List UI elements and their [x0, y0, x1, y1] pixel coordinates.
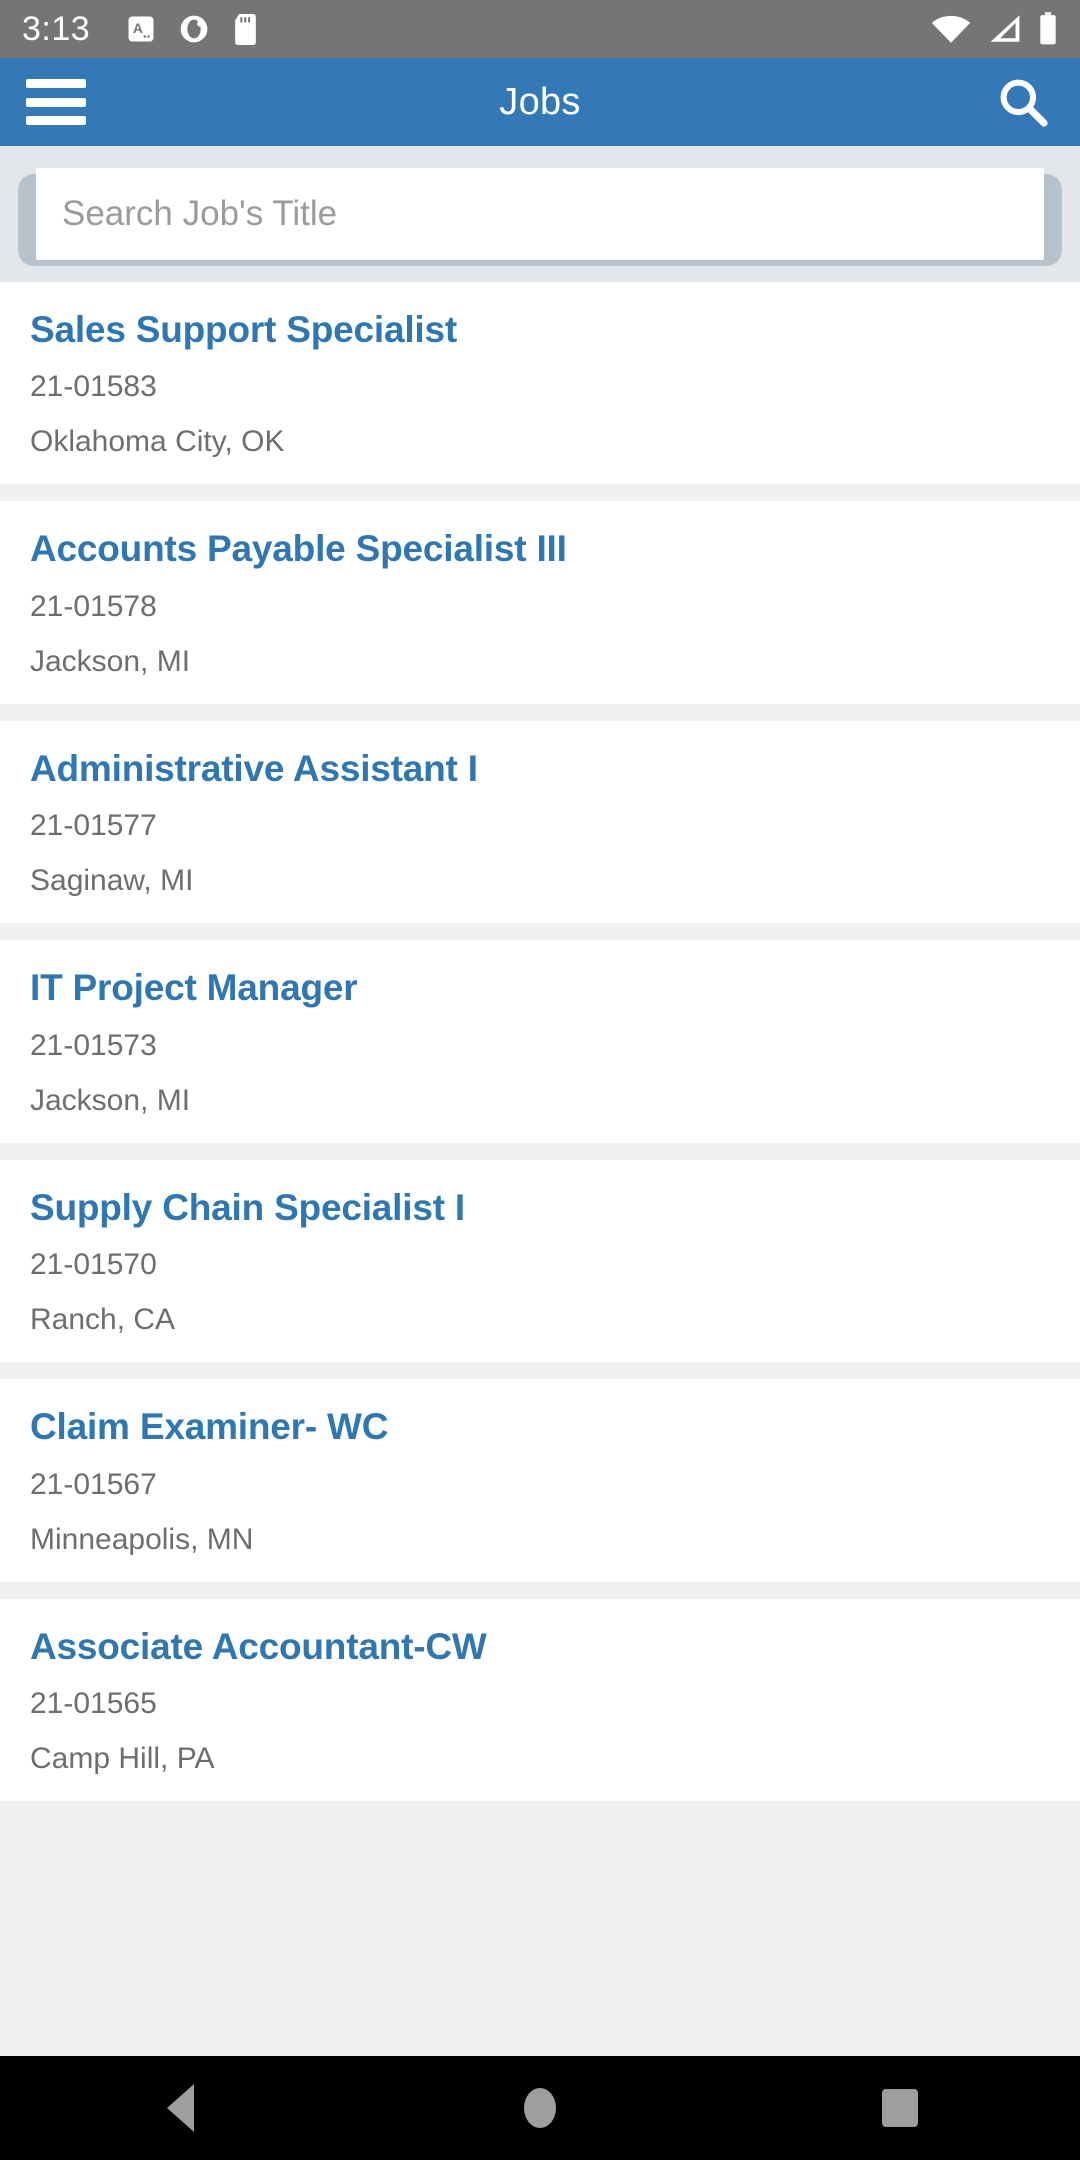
job-location: Ranch, CA — [30, 1303, 176, 1337]
home-glyph — [524, 2088, 556, 2128]
job-number: 21-01567 — [30, 1467, 157, 1501]
data-saver-icon — [180, 15, 208, 43]
hamburger-line — [26, 116, 86, 125]
job-title: Supply Chain Specialist I — [30, 1186, 465, 1228]
page-title: Jobs — [499, 80, 581, 123]
job-number: 21-01565 — [30, 1687, 157, 1721]
job-card[interactable]: Claim Examiner- WC 21-01567 Minneapolis,… — [0, 1379, 1080, 1582]
job-card[interactable]: Sales Support Specialist 21-01583 Oklaho… — [0, 282, 1080, 485]
wifi-icon — [931, 15, 971, 43]
job-location: Saginaw, MI — [30, 864, 194, 898]
job-number: 21-01583 — [30, 370, 157, 404]
search-input[interactable] — [36, 168, 1044, 260]
job-card[interactable]: IT Project Manager 21-01573 Jackson, MI — [0, 940, 1080, 1143]
job-card[interactable]: Associate Accountant-CW 21-01565 Camp Hi… — [0, 1598, 1080, 1802]
hamburger-line — [26, 79, 86, 88]
svg-text:A: A — [133, 21, 143, 36]
search-section — [0, 146, 1080, 282]
job-title: Associate Accountant-CW — [30, 1625, 487, 1667]
job-title: IT Project Manager — [30, 967, 358, 1009]
job-location: Oklahoma City, OK — [30, 425, 285, 459]
hamburger-line — [26, 97, 86, 107]
system-navigation-bar — [0, 2056, 1080, 2160]
job-number: 21-01573 — [30, 1028, 157, 1062]
phone-screen: 3:13 A Jobs Search Job's Title Sales Sup… — [0, 0, 1080, 2160]
job-number: 21-01577 — [30, 809, 157, 843]
battery-icon — [1040, 12, 1056, 45]
job-title: Accounts Payable Specialist III — [30, 528, 567, 570]
job-location: Minneapolis, MN — [30, 1522, 254, 1556]
cellular-signal-icon — [990, 15, 1020, 42]
recents-square-icon[interactable] — [840, 2056, 960, 2160]
job-list[interactable]: Sales Support Specialist 21-01583 Oklaho… — [0, 282, 1080, 2056]
sd-card-icon — [235, 13, 257, 45]
home-circle-icon[interactable] — [480, 2056, 600, 2160]
job-number: 21-01570 — [30, 1248, 157, 1282]
hamburger-menu-icon[interactable] — [26, 79, 86, 125]
back-glyph — [166, 2084, 194, 2132]
status-bar: 3:13 A — [0, 0, 1080, 58]
status-clock: 3:13 — [22, 10, 91, 48]
search-icon[interactable] — [992, 71, 1054, 133]
job-card[interactable]: Administrative Assistant I 21-01577 Sagi… — [0, 720, 1080, 924]
back-triangle-icon[interactable] — [120, 2056, 240, 2160]
job-location: Camp Hill, PA — [30, 1742, 215, 1776]
search-glyph — [1000, 79, 1048, 127]
job-title: Administrative Assistant I — [30, 747, 478, 789]
status-notification-icons: A — [126, 13, 259, 45]
app-bar: Jobs — [0, 58, 1080, 146]
search-shell — [18, 168, 1062, 266]
job-location: Jackson, MI — [30, 644, 191, 678]
job-location: Jackson, MI — [30, 1083, 191, 1117]
job-card[interactable]: Accounts Payable Specialist III 21-01578… — [0, 501, 1080, 704]
recents-glyph — [882, 2089, 918, 2127]
job-card[interactable]: Supply Chain Specialist I 21-01570 Ranch… — [0, 1159, 1080, 1363]
job-title: Claim Examiner- WC — [30, 1406, 389, 1448]
job-number: 21-01578 — [30, 589, 157, 623]
status-system-icons — [930, 12, 1058, 46]
job-title: Sales Support Specialist — [30, 309, 458, 350]
font-size-a-icon: A — [128, 16, 154, 42]
